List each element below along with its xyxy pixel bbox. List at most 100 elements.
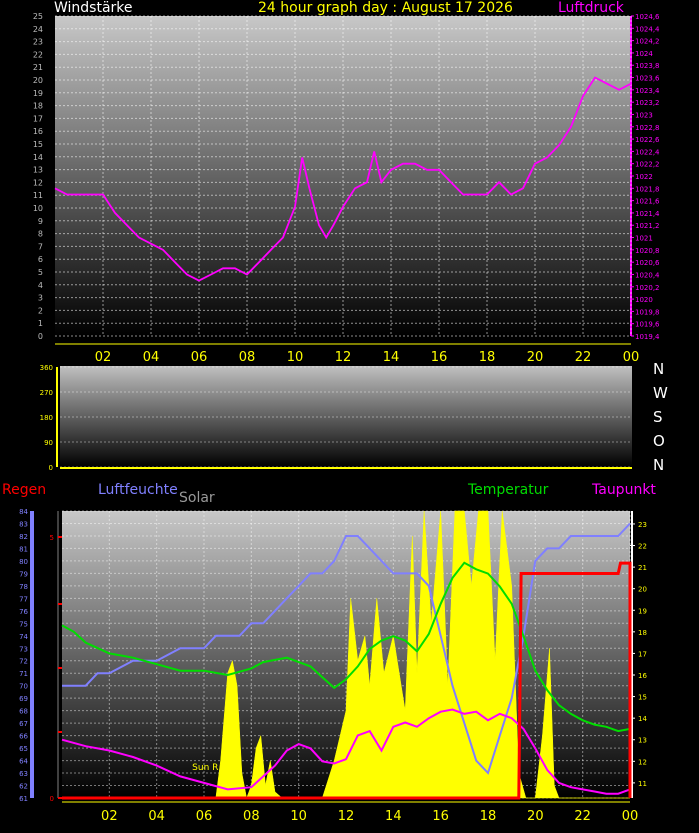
wind-tick-label: 5 — [38, 268, 43, 277]
humidity-tick-label: 71 — [19, 670, 28, 678]
time-tick-label: 02 — [95, 350, 112, 365]
pressure-tick-label: 1021,2 — [635, 222, 660, 230]
humidity-tick-label: 61 — [19, 795, 28, 803]
wind-tick-label: 7 — [38, 242, 43, 251]
humidity-tick-label: 84 — [19, 508, 28, 516]
time-tick-label: 00 — [623, 350, 640, 365]
pressure-tick-label: 1023,6 — [635, 75, 660, 83]
wind-tick-label: 16 — [33, 127, 43, 136]
pressure-tick-label: 1023,4 — [635, 87, 660, 95]
pressure-tick-label: 1020,4 — [635, 271, 660, 279]
temp-tick-label: 19 — [638, 607, 647, 615]
pressure-tick-label: 1022 — [635, 173, 653, 181]
pressure-tick-label: 1019,4 — [635, 333, 660, 341]
pressure-tick-label: 1024,6 — [635, 13, 660, 21]
sunrise-annotation: Sun R — [192, 763, 218, 773]
humidity-tick-label: 64 — [19, 758, 28, 766]
wind-tick-label: 2 — [38, 306, 43, 315]
humidity-tick-label: 76 — [19, 608, 28, 616]
wind-tick-label: 18 — [33, 102, 43, 111]
humidity-tick-label: 83 — [19, 520, 28, 528]
humidity-tick-label: 65 — [19, 745, 28, 753]
regen-tick-label: 5 — [50, 534, 54, 542]
pressure-tick-label: 1020,6 — [635, 259, 660, 267]
humidity-tick-label: 79 — [19, 570, 28, 578]
climate-time-tick-label: 02 — [101, 809, 118, 824]
climate-time-tick-label: 04 — [148, 809, 165, 824]
time-tick-label: 18 — [479, 350, 496, 365]
pressure-tick-label: 1021 — [635, 235, 653, 243]
wind-tick-label: 24 — [33, 25, 43, 34]
wind-tick-label: 23 — [33, 38, 43, 47]
climate-time-tick-label: 18 — [480, 809, 497, 824]
temp-tick-label: 17 — [638, 650, 647, 658]
humidity-tick-label: 70 — [19, 683, 28, 691]
regen-tick-label: 0 — [50, 795, 54, 803]
wind-tick-label: 25 — [33, 12, 43, 21]
pressure-tick-label: 1024,2 — [635, 38, 660, 46]
pressure-tick-label: 1019,6 — [635, 321, 660, 329]
temp-tick-label: 23 — [638, 521, 647, 529]
time-tick-label: 12 — [335, 350, 352, 365]
climate-time-tick-label: 22 — [574, 809, 591, 824]
temp-tick-label: 15 — [638, 694, 647, 702]
climate-time-tick-label: 10 — [290, 809, 307, 824]
humidity-tick-label: 77 — [19, 595, 28, 603]
climate-time-tick-label: 12 — [338, 809, 355, 824]
pressure-tick-label: 1023,8 — [635, 62, 660, 70]
wind-tick-label: 9 — [38, 217, 43, 226]
pressure-tick-label: 1021,6 — [635, 198, 660, 206]
temp-tick-label: 12 — [638, 758, 647, 766]
wind-tick-label: 13 — [33, 166, 43, 175]
time-tick-label: 14 — [383, 350, 400, 365]
wind-tick-label: 8 — [38, 230, 43, 239]
time-tick-label: 08 — [239, 350, 256, 365]
wind-tick-label: 0 — [38, 332, 43, 341]
pressure-tick-label: 1024 — [635, 50, 653, 58]
wind-tick-label: 4 — [38, 281, 43, 290]
direction-tick-label: 360 — [40, 364, 53, 372]
pressure-tick-label: 1020,8 — [635, 247, 660, 255]
wind-tick-label: 17 — [33, 114, 43, 123]
wind-tick-label: 12 — [33, 178, 43, 187]
humidity-tick-label: 81 — [19, 545, 28, 553]
climate-time-tick-label: 00 — [622, 809, 639, 824]
humidity-tick-label: 72 — [19, 658, 28, 666]
climate-time-tick-label: 08 — [243, 809, 260, 824]
pressure-tick-label: 1023 — [635, 111, 653, 119]
pressure-tick-label: 1020 — [635, 296, 653, 304]
wind-tick-label: 22 — [33, 50, 43, 59]
wind-tick-label: 21 — [33, 63, 43, 72]
time-tick-label: 20 — [527, 350, 544, 365]
wind-tick-label: 15 — [33, 140, 43, 149]
humidity-tick-label: 80 — [19, 558, 28, 566]
direction-tick-label: 270 — [40, 389, 53, 397]
wind-tick-label: 20 — [33, 76, 43, 85]
wind-tick-label: 6 — [38, 255, 43, 264]
time-tick-label: 06 — [191, 350, 208, 365]
pressure-tick-label: 1024,4 — [635, 25, 660, 33]
temp-tick-label: 22 — [638, 543, 647, 551]
humidity-tick-label: 66 — [19, 733, 28, 741]
wind-tick-label: 19 — [33, 89, 43, 98]
humidity-tick-label: 63 — [19, 770, 28, 778]
time-tick-label: 22 — [575, 350, 592, 365]
pressure-tick-label: 1022,2 — [635, 161, 660, 169]
pressure-tick-label: 1020,2 — [635, 284, 660, 292]
humidity-tick-label: 74 — [19, 633, 28, 641]
wind-tick-label: 10 — [33, 204, 43, 213]
pressure-tick-label: 1023,2 — [635, 99, 660, 107]
temp-tick-label: 11 — [638, 780, 647, 788]
pressure-tick-label: 1021,8 — [635, 185, 660, 193]
humidity-tick-label: 73 — [19, 645, 28, 653]
climate-time-tick-label: 16 — [432, 809, 449, 824]
direction-tick-label: 90 — [44, 439, 53, 447]
humidity-tick-label: 69 — [19, 695, 28, 703]
climate-time-tick-label: 14 — [385, 809, 402, 824]
pressure-tick-label: 1022,4 — [635, 148, 660, 156]
humidity-tick-label: 67 — [19, 720, 28, 728]
humidity-tick-label: 75 — [19, 620, 28, 628]
time-tick-label: 04 — [143, 350, 160, 365]
climate-time-tick-label: 06 — [196, 809, 213, 824]
time-tick-label: 10 — [287, 350, 304, 365]
